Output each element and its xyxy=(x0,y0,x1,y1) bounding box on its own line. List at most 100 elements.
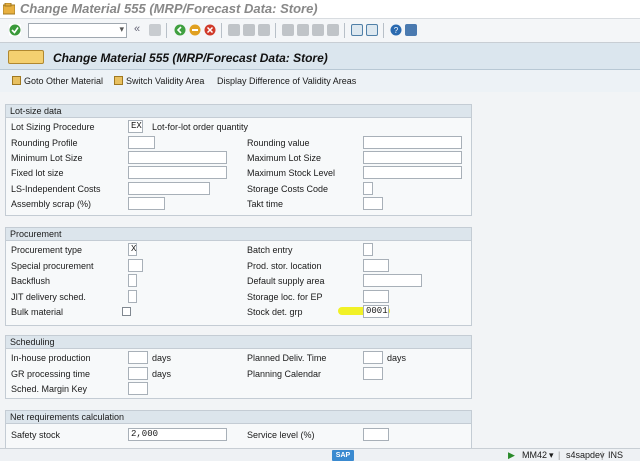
sched-margin-key-label: Sched. Margin Key xyxy=(11,384,88,394)
storage-loc-ep-field[interactable] xyxy=(363,290,389,303)
storage-costs-code-field[interactable] xyxy=(363,182,373,195)
procurement-type-label: Procurement type xyxy=(11,245,83,255)
group-title: Scheduling xyxy=(6,336,471,349)
safety-stock-field[interactable]: 2,000 xyxy=(128,428,227,441)
fixed-lot-size-field[interactable] xyxy=(128,166,227,179)
back-icon[interactable] xyxy=(174,24,186,36)
material-icon xyxy=(12,76,21,85)
new-session-icon[interactable] xyxy=(351,24,363,36)
gr-processing-time-label: GR processing time xyxy=(11,369,91,379)
page-title: Change Material 555 (MRP/Forecast Data: … xyxy=(53,51,328,65)
inhouse-production-unit: days xyxy=(152,353,172,363)
planning-calendar-label: Planning Calendar xyxy=(247,369,322,379)
procurement-type-field[interactable]: X xyxy=(128,243,137,256)
group-title: Procurement xyxy=(6,228,471,241)
group-net-requirements: Net requirements calculation xyxy=(5,410,472,450)
stock-det-grp-label: Stock det. grp xyxy=(247,307,303,317)
planning-calendar-field[interactable] xyxy=(363,367,383,380)
find-icon[interactable] xyxy=(243,24,255,36)
prod-stor-location-field[interactable] xyxy=(363,259,389,272)
assembly-scrap-field[interactable] xyxy=(128,197,165,210)
application-toolbar: Goto Other Material Switch Validity Area… xyxy=(0,70,640,92)
display-difference-button[interactable]: Display Difference of Validity Areas xyxy=(217,76,356,86)
rounding-value-label: Rounding value xyxy=(247,138,310,148)
safety-stock-label: Safety stock xyxy=(11,430,61,440)
command-field[interactable]: ▾ xyxy=(28,23,127,38)
svg-text:?: ? xyxy=(394,26,399,35)
max-lot-size-field[interactable] xyxy=(363,151,462,164)
rounding-value-field[interactable] xyxy=(363,136,462,149)
inhouse-production-field[interactable] xyxy=(128,351,148,364)
min-lot-size-label: Minimum Lot Size xyxy=(11,153,83,163)
jit-delivery-sched-label: JIT delivery sched. xyxy=(11,292,86,302)
stock-det-grp-field[interactable]: 0001 xyxy=(363,305,389,318)
switch-validity-area-button[interactable]: Switch Validity Area xyxy=(114,76,204,86)
screen-header: Change Material 555 (MRP/Forecast Data: … xyxy=(0,43,640,70)
bulk-material-label: Bulk material xyxy=(11,307,64,317)
sched-margin-key-field[interactable] xyxy=(128,382,148,395)
separator: | xyxy=(558,450,561,460)
help-icon[interactable]: ? xyxy=(390,24,402,36)
fixed-lot-size-label: Fixed lot size xyxy=(11,168,64,178)
customize-icon[interactable] xyxy=(405,24,417,36)
prod-stor-location-label: Prod. stor. location xyxy=(247,261,322,271)
max-stock-level-field[interactable] xyxy=(363,166,462,179)
window-title-bar: Change Material 555 (MRP/Forecast Data: … xyxy=(0,0,640,19)
window-title: Change Material 555 (MRP/Forecast Data: … xyxy=(20,1,318,16)
find-next-icon[interactable] xyxy=(258,24,270,36)
takt-time-label: Takt time xyxy=(247,199,284,209)
takt-time-field[interactable] xyxy=(363,197,383,210)
history-back-icon[interactable]: « xyxy=(134,24,146,36)
storage-costs-code-label: Storage Costs Code xyxy=(247,184,329,194)
group-title: Lot-size data xyxy=(6,105,471,118)
special-procurement-label: Special procurement xyxy=(11,261,94,271)
standard-toolbar: ▾ « ? xyxy=(0,19,640,43)
planned-deliv-time-unit: days xyxy=(387,353,407,363)
next-page-icon[interactable] xyxy=(312,24,324,36)
planned-deliv-time-field[interactable] xyxy=(363,351,383,364)
material-icon xyxy=(8,50,44,64)
chevron-down-icon[interactable]: ▾ xyxy=(119,24,124,35)
transaction-code[interactable]: MM42 xyxy=(522,450,547,460)
special-procurement-field[interactable] xyxy=(128,259,143,272)
status-bar: SAP ▶ MM42 ▾ | s4sapdev | INS xyxy=(0,448,640,461)
service-level-field[interactable] xyxy=(363,428,389,441)
input-mode[interactable]: INS xyxy=(608,450,623,460)
lot-sizing-procedure-desc: Lot-for-lot order quantity xyxy=(152,122,249,132)
lot-sizing-procedure-field[interactable]: EX xyxy=(128,120,143,133)
service-level-label: Service level (%) xyxy=(247,430,315,440)
max-stock-level-label: Maximum Stock Level xyxy=(247,168,336,178)
print-icon[interactable] xyxy=(228,24,240,36)
server-name: s4sapdev xyxy=(566,450,605,460)
jit-delivery-sched-field[interactable] xyxy=(128,290,137,303)
assembly-scrap-label: Assembly scrap (%) xyxy=(11,199,92,209)
cancel-icon[interactable] xyxy=(204,24,216,36)
ls-independent-costs-label: LS-Independent Costs xyxy=(11,184,101,194)
enter-icon[interactable] xyxy=(9,24,21,36)
separator: | xyxy=(601,450,604,460)
prev-page-icon[interactable] xyxy=(297,24,309,36)
last-page-icon[interactable] xyxy=(327,24,339,36)
backflush-field[interactable] xyxy=(128,274,137,287)
rounding-profile-label: Rounding Profile xyxy=(11,138,78,148)
save-icon[interactable] xyxy=(149,24,161,36)
bulk-material-checkbox[interactable] xyxy=(122,307,131,316)
sap-window-icon xyxy=(2,2,16,15)
batch-entry-field[interactable] xyxy=(363,243,373,256)
switch-icon xyxy=(114,76,123,85)
shortcut-icon[interactable] xyxy=(366,24,378,36)
goto-other-material-button[interactable]: Goto Other Material xyxy=(12,76,103,86)
play-icon[interactable]: ▶ xyxy=(508,450,515,461)
sap-logo: SAP xyxy=(332,450,354,461)
ls-independent-costs-field[interactable] xyxy=(128,182,210,195)
exit-icon[interactable] xyxy=(189,24,201,36)
min-lot-size-field[interactable] xyxy=(128,151,227,164)
gr-processing-time-unit: days xyxy=(152,369,172,379)
gr-processing-time-field[interactable] xyxy=(128,367,148,380)
first-page-icon[interactable] xyxy=(282,24,294,36)
rounding-profile-field[interactable] xyxy=(128,136,155,149)
storage-loc-ep-label: Storage loc. for EP xyxy=(247,292,323,302)
default-supply-area-field[interactable] xyxy=(363,274,422,287)
default-supply-area-label: Default supply area xyxy=(247,276,325,286)
chevron-down-icon[interactable]: ▾ xyxy=(549,450,554,461)
